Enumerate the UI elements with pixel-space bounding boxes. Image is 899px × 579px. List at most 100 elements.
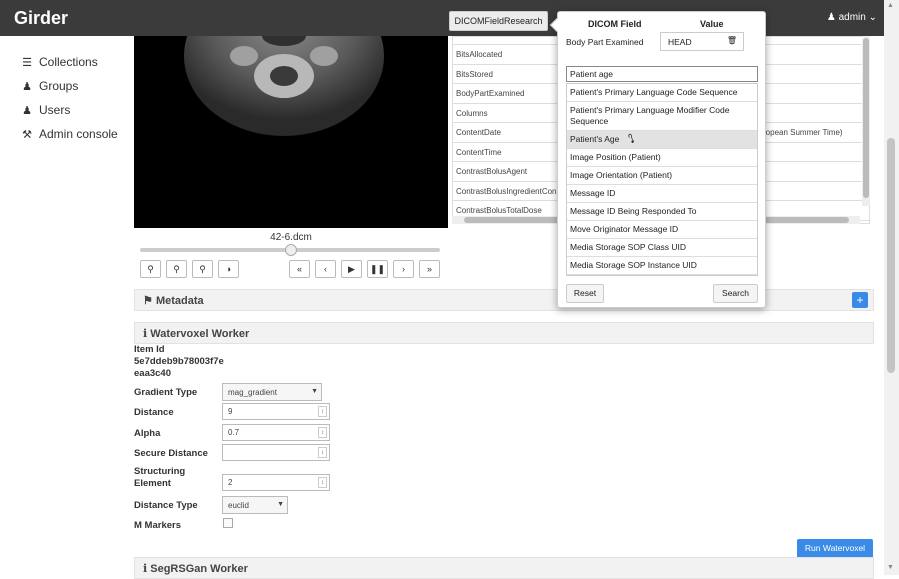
watervoxel-panel-header: i Watervoxel Worker	[134, 322, 874, 344]
info-icon: i	[143, 562, 148, 575]
search-field-name: Body Part Examined	[566, 37, 644, 47]
spinner-icon[interactable]: ↕	[318, 427, 327, 438]
sidebar-item-users[interactable]: ♟ Users	[20, 98, 130, 122]
user-icon: ♟	[22, 104, 32, 117]
dicom-field-options-list: Patient's Primary Language Code Sequence…	[566, 83, 758, 276]
tag-key: BitsAllocated	[456, 50, 503, 59]
app-logo[interactable]: Girder	[14, 8, 68, 29]
sidebar-item-admin-console[interactable]: ⚒ Admin console	[20, 122, 130, 146]
mouse-cursor-icon: ⭛	[628, 132, 635, 146]
search-field-value: HEAD	[668, 37, 692, 47]
wrench-icon: ⚒	[22, 128, 32, 141]
secure-distance-field[interactable]: ↕	[222, 444, 330, 461]
value-header: Value	[700, 19, 724, 29]
structuring-element-label-line2: Element	[134, 478, 171, 489]
sidebar-item-label: Admin console	[39, 127, 118, 141]
list-item[interactable]: Media Storage SOP Instance UID	[567, 257, 757, 275]
scroll-down-icon[interactable]: ▼	[887, 564, 894, 571]
spinner-icon[interactable]: ↕	[318, 477, 327, 488]
play-button[interactable]: ▶	[341, 260, 362, 278]
next-frame-button[interactable]: ›	[393, 260, 414, 278]
tag-key: ContentTime	[456, 147, 502, 157]
sidebar-item-collections[interactable]: ☰ Collections	[20, 50, 130, 74]
search-button[interactable]: Search	[713, 284, 758, 303]
contrast-button[interactable]: ◑	[218, 260, 239, 278]
chevron-down-icon: ▼	[311, 388, 318, 395]
distance-type-select[interactable]: euclid ▼	[222, 496, 288, 514]
scrollbar-thumb[interactable]	[887, 138, 895, 373]
zoom-reset-button[interactable]: ⚲	[192, 260, 213, 278]
user-name: admin	[838, 12, 866, 23]
tag-key: Columns	[456, 108, 488, 118]
user-icon: ♟	[826, 12, 836, 23]
dicom-field-search-input[interactable]: Patient age	[566, 66, 758, 82]
list-item[interactable]: Message ID	[567, 185, 757, 203]
reset-button[interactable]: Reset	[566, 284, 604, 303]
list-item[interactable]: Image Position (Patient)	[567, 149, 757, 167]
alpha-value: 0.7	[228, 428, 240, 437]
distance-type-value: euclid	[228, 501, 249, 510]
first-frame-button[interactable]: «	[289, 260, 310, 278]
last-frame-button[interactable]: »	[419, 260, 440, 278]
tag-key: BodyPartExamined	[456, 89, 525, 98]
distance-field[interactable]: 9 ↕	[222, 403, 330, 420]
spinner-icon[interactable]: ↕	[318, 447, 327, 458]
list-item-selected[interactable]: Patient's Age	[567, 131, 757, 149]
plus-icon: +	[856, 293, 864, 307]
structuring-element-field[interactable]: 2 ↕	[222, 474, 330, 491]
dicom-image-viewer[interactable]	[134, 36, 448, 228]
chevron-down-icon: ▼	[277, 501, 284, 508]
distance-value: 9	[228, 407, 233, 416]
pause-icon: ❚❚	[369, 263, 386, 274]
list-item[interactable]: Image Orientation (Patient)	[567, 167, 757, 185]
sidebar: ☰ Collections ♟ Groups ♟ Users ⚒ Admin c…	[20, 50, 130, 146]
m-markers-label: M Markers	[134, 520, 181, 531]
info-icon: i	[143, 327, 148, 340]
structuring-element-value: 2	[228, 478, 233, 487]
zoom-out-button[interactable]: ⚲	[166, 260, 187, 278]
list-item[interactable]: Message ID Being Responded To	[567, 203, 757, 221]
panel-title: SegRSGan Worker	[150, 563, 248, 575]
dicom-field-header: DICOM Field	[588, 19, 642, 29]
trash-icon[interactable]: 🗑	[727, 36, 737, 45]
tag-key: ContentDate	[456, 128, 501, 137]
double-chevron-right-icon: »	[426, 264, 432, 274]
run-watervoxel-button[interactable]: Run Watervoxel	[797, 539, 873, 558]
structuring-element-label-line1: Structuring	[134, 466, 186, 477]
zoom-out-icon: ⚲	[173, 263, 180, 274]
dicom-search-popover: DICOM Field Value Body Part Examined HEA…	[549, 11, 766, 308]
scroll-up-icon[interactable]: ▲	[887, 2, 894, 9]
tag-key: ContrastBolusTotalDose	[456, 206, 542, 215]
segrsgan-panel-header: i SegRSGan Worker	[134, 557, 874, 579]
item-id-value-line1: 5e7ddeb9b78003f7e	[134, 356, 224, 367]
chevron-down-icon: ⌄	[868, 12, 877, 23]
zoom-in-button[interactable]: ⚲	[140, 260, 161, 278]
scrollbar-thumb[interactable]	[863, 38, 869, 198]
alpha-field[interactable]: 0.7 ↕	[222, 424, 330, 441]
dicom-field-research-button[interactable]: DICOMFieldResearch	[449, 11, 548, 31]
table-vertical-scrollbar[interactable]	[862, 36, 870, 206]
sidebar-item-groups[interactable]: ♟ Groups	[20, 74, 130, 98]
add-metadata-button[interactable]: +	[852, 292, 868, 308]
page-scrollbar[interactable]: ▲ ▼	[884, 0, 899, 575]
tags-icon: ⚑	[143, 295, 153, 307]
slice-slider[interactable]	[140, 244, 440, 256]
dicom-filename: 42-6.dcm	[270, 232, 312, 243]
search-input-text: Patient age	[570, 69, 614, 79]
gradient-type-select[interactable]: mag_gradient ▼	[222, 383, 322, 401]
search-field-value-input[interactable]: HEAD 🗑	[660, 32, 744, 51]
previous-frame-button[interactable]: ‹	[315, 260, 336, 278]
pause-button[interactable]: ❚❚	[367, 260, 388, 278]
group-icon: ♟	[22, 80, 32, 93]
list-item[interactable]: Patient's Primary Language Modifier Code…	[567, 102, 757, 131]
slider-handle[interactable]	[285, 244, 297, 256]
spinner-icon[interactable]: ↕	[318, 406, 327, 417]
chevron-left-icon: ‹	[324, 264, 327, 274]
m-markers-checkbox[interactable]	[223, 518, 233, 528]
user-menu[interactable]: ♟ admin ⌄	[827, 12, 877, 23]
item-id-value-line2: eaa3c40	[134, 368, 171, 379]
sidebar-item-label: Collections	[39, 55, 98, 69]
list-item[interactable]: Move Originator Message ID	[567, 221, 757, 239]
list-item[interactable]: Media Storage SOP Class UID	[567, 239, 757, 257]
list-item[interactable]: Patient's Primary Language Code Sequence	[567, 84, 757, 102]
